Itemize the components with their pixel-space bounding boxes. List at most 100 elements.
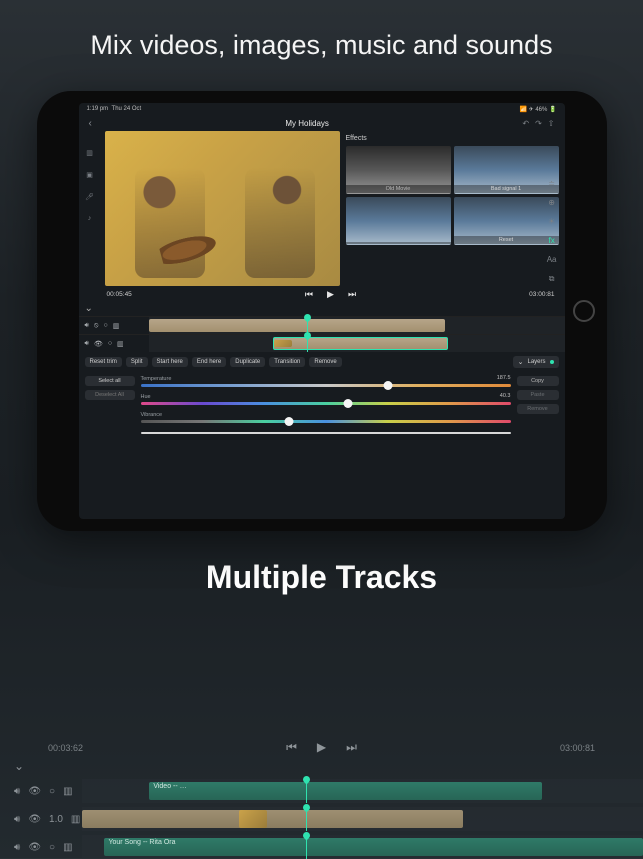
duplicate-icon[interactable]: ⧉ (547, 274, 557, 284)
music-icon[interactable]: ♪ (88, 215, 92, 222)
layers-icon[interactable]: ▥ (86, 149, 93, 157)
layers-dropdown[interactable]: ⌄ Layers (513, 356, 559, 368)
circle-icon[interactable]: ○ (108, 340, 112, 347)
layers-mini-icon[interactable]: ▥ (113, 322, 120, 330)
remove-button[interactable]: Remove (309, 357, 341, 367)
ghost-track-3: 🔊︎ 👁︎ ○ ▥ Your Song -- Rita Ora (0, 835, 643, 859)
mute-icon[interactable]: 🔊︎ (85, 340, 89, 348)
transport-bar: 00:05:45 ⏮ ▶ ⏭ 03:00:81 (79, 286, 565, 303)
effect-caption: Reset (454, 236, 559, 244)
ghost-clip-beige[interactable] (82, 810, 463, 828)
ghost-playhead[interactable] (306, 807, 307, 831)
back-button[interactable]: ‹ (89, 118, 92, 129)
clip-label: Your Song -- Rita Ora (104, 838, 643, 847)
effect-tile[interactable] (346, 197, 451, 245)
brightness-icon[interactable]: ☀︎ (547, 217, 557, 226)
timeline-lane-2[interactable] (149, 335, 565, 352)
deselect-all-button[interactable]: Deselect All (85, 390, 135, 400)
status-bar: 1:19 pm Thu 24 Oct 📶 ✈︎ 46% 🔋 (79, 103, 565, 116)
clip-selected[interactable] (273, 337, 448, 350)
effect-caption (346, 242, 451, 244)
effect-tile-bad-signal[interactable]: Bad signal 1 (454, 146, 559, 194)
reset-trim-button[interactable]: Reset trim (85, 357, 122, 367)
hue-slider[interactable]: Hue 40.3 (141, 394, 511, 405)
clip-label: Video -- … (149, 782, 542, 791)
hide-icon[interactable]: ⦸ (94, 322, 99, 330)
vibrance-slider[interactable]: Vibrance (141, 412, 511, 423)
layers-mini-icon[interactable]: ▥ (71, 814, 80, 825)
timeline-lane-1[interactable] (149, 317, 565, 334)
effect-tile-old-movie[interactable]: Old Movie (346, 146, 451, 194)
redo-icon[interactable]: ↷ (535, 119, 542, 128)
slider-knob[interactable] (384, 381, 393, 390)
ghost-lane-2[interactable] (82, 807, 643, 831)
mic-icon[interactable]: 🎤︎ (85, 193, 94, 201)
ghost-playhead[interactable] (306, 779, 307, 803)
title-bar: ‹ My Holidays ↶ ↷ ⇧ (79, 116, 565, 131)
end-here-button[interactable]: End here (192, 357, 226, 367)
image-icon[interactable]: ▣ (86, 171, 93, 179)
next-button[interactable]: ⏭ (348, 289, 356, 300)
share-icon[interactable]: ⇧ (548, 119, 555, 128)
ghost-prev-button[interactable]: ⏮ (286, 740, 297, 755)
clip-main[interactable] (149, 319, 445, 332)
sliders-icon[interactable]: ≐ (547, 179, 557, 188)
ghost-playhead[interactable] (306, 835, 307, 859)
track-row-1: 🔊︎ ⦸ ○ ▥ (79, 316, 565, 334)
mute-icon[interactable]: 🔊︎ (14, 814, 20, 825)
transition-button[interactable]: Transition (269, 357, 305, 367)
circle-icon[interactable]: ○ (104, 322, 108, 329)
duplicate-button[interactable]: Duplicate (230, 357, 265, 367)
layers-mini-icon[interactable]: ▥ (63, 786, 72, 797)
total-time: 03:00:81 (529, 291, 554, 298)
chevron-down-icon: ⌄ (518, 358, 524, 366)
playhead[interactable] (307, 335, 308, 352)
eye-icon[interactable]: 👁︎ (28, 842, 41, 853)
ipad-home-button[interactable] (573, 300, 595, 322)
play-button[interactable]: ▶ (327, 289, 334, 300)
status-battery: 46% (535, 107, 547, 113)
slider-knob[interactable] (284, 417, 293, 426)
eye-icon[interactable]: 👁︎ (28, 814, 41, 825)
text-icon[interactable]: Aa (547, 255, 557, 264)
project-title: My Holidays (285, 119, 329, 128)
ghost-lane-3[interactable]: Your Song -- Rita Ora (82, 835, 643, 859)
temperature-slider[interactable]: Temperature 187.5 (141, 376, 511, 387)
promo-headline: Mix videos, images, music and sounds (0, 0, 643, 83)
mute-icon[interactable]: 🔊︎ (14, 786, 20, 797)
adjust-area: Select all Deselect All Temperature 187.… (79, 372, 565, 442)
aperture-icon[interactable]: ⊕ (547, 198, 557, 207)
track-row-2: 🔊︎ 👁︎ ○ ▥ (79, 334, 565, 352)
ghost-play-button[interactable]: ▶ (317, 740, 326, 755)
status-time: 1:19 pm (87, 106, 109, 112)
paste-button[interactable]: Paste (517, 390, 559, 400)
collapse-chevron-icon[interactable]: ⌄ (85, 303, 93, 314)
scrub-slider[interactable] (141, 432, 511, 434)
mute-icon[interactable]: 🔊︎ (85, 322, 89, 330)
eye-icon[interactable]: 👁︎ (94, 340, 103, 348)
ghost-next-button[interactable]: ⏭ (346, 740, 357, 755)
layers-mini-icon[interactable]: ▥ (63, 842, 72, 853)
effect-tile-reset[interactable]: Reset (454, 197, 559, 245)
fx-icon[interactable]: fx (547, 236, 557, 245)
prev-button[interactable]: ⏮ (305, 289, 313, 300)
select-all-button[interactable]: Select all (85, 376, 135, 386)
eye-icon[interactable]: 👁︎ (28, 786, 41, 797)
mute-icon[interactable]: 🔊︎ (14, 842, 20, 853)
circle-icon[interactable]: ○ (49, 786, 55, 797)
split-button[interactable]: Split (126, 357, 148, 367)
copy-button[interactable]: Copy (517, 376, 559, 386)
video-preview[interactable] (105, 131, 340, 286)
undo-icon[interactable]: ↶ (522, 119, 529, 128)
start-here-button[interactable]: Start here (152, 357, 188, 367)
ghost-clip-video[interactable]: Video -- … (149, 782, 542, 800)
ghost-transport: 00:03:62 ⏮ ▶ ⏭ 03:00:81 (0, 738, 643, 757)
ghost-lane-1[interactable]: Video -- … (82, 779, 643, 803)
ghost-collapse-icon[interactable]: ⌄ (14, 759, 24, 773)
slider-knob[interactable] (343, 399, 352, 408)
remove-action-button[interactable]: Remove (517, 404, 559, 414)
ghost-clip-thumbnail[interactable] (239, 810, 267, 828)
circle-icon[interactable]: ○ (49, 842, 55, 853)
ghost-clip-song[interactable]: Your Song -- Rita Ora (104, 838, 643, 856)
layers-mini-icon[interactable]: ▥ (117, 340, 124, 348)
